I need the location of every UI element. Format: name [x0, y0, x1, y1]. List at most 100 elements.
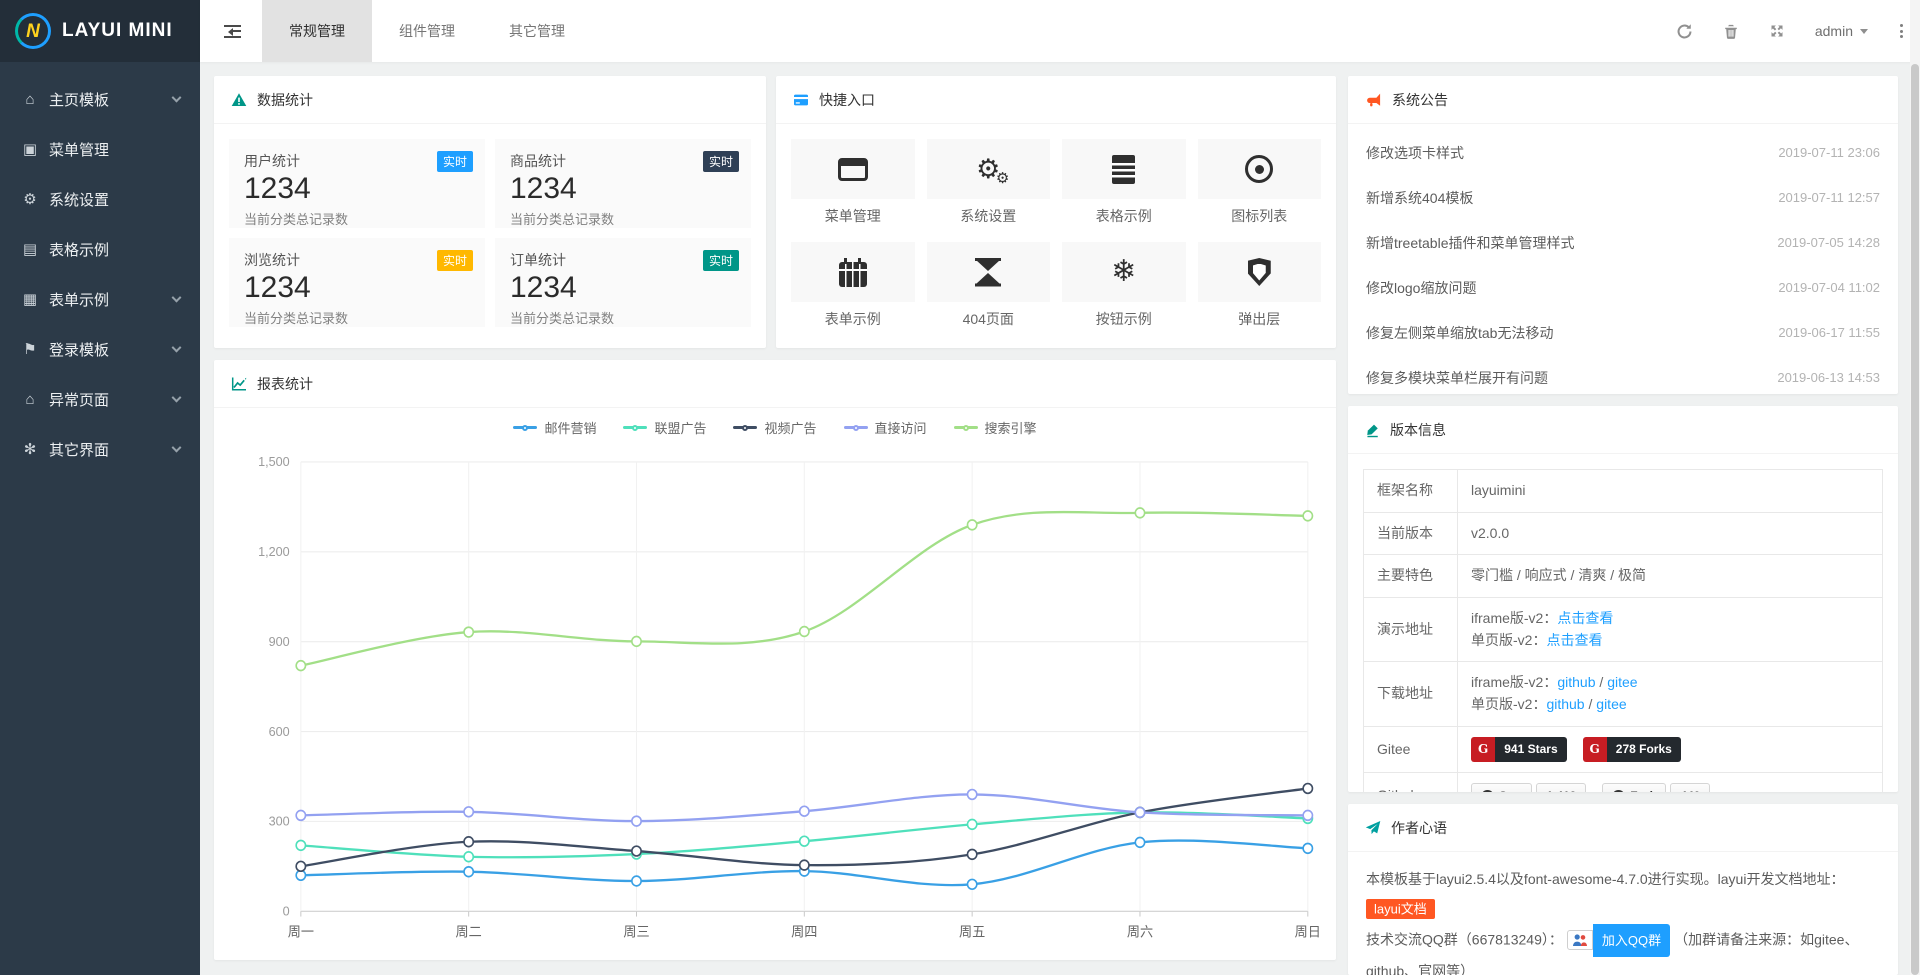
gears-icon: ⚙: [976, 156, 1000, 183]
demo-spa-link[interactable]: 点击查看: [1546, 632, 1602, 648]
quick-tile-menu-management[interactable]: 菜单管理: [791, 139, 915, 226]
gitee-stars-badge[interactable]: G941 Stars: [1471, 737, 1567, 763]
panel-system-notice: 系统公告 修改选项卡样式 2019-07-11 23:06 新增系统404模板 …: [1348, 76, 1898, 394]
brand-logo-letter: N: [26, 22, 40, 41]
refresh-button[interactable]: [1676, 23, 1693, 40]
shield-icon: [1248, 258, 1271, 286]
user-menu[interactable]: admin: [1815, 23, 1868, 39]
github-fork-count[interactable]: 440: [1670, 783, 1710, 792]
github-star-button[interactable]: Star: [1471, 783, 1532, 792]
more-menu-button[interactable]: [1898, 22, 1905, 40]
legend-item[interactable]: 视频广告: [733, 418, 816, 437]
quick-tile-popup-layer[interactable]: 弹出层: [1198, 242, 1322, 329]
svg-text:0: 0: [283, 903, 290, 918]
tab-other-management[interactable]: 其它管理: [482, 0, 592, 62]
github-fork-button[interactable]: Fork: [1602, 783, 1666, 792]
legend-marker-icon: [513, 426, 537, 429]
stat-card-users: 用户统计 实时 1234 当前分类总记录数: [229, 139, 485, 228]
scrollbar-thumb[interactable]: [1911, 64, 1919, 975]
chevron-down-icon: [172, 93, 182, 103]
table-icon: ▤: [18, 240, 42, 258]
quick-tile-form-examples[interactable]: 表单示例: [791, 242, 915, 329]
quick-tile-system-settings[interactable]: ⚙ 系统设置: [927, 139, 1051, 226]
report-chart-svg: 03006009001,2001,500周一周二周三周四周五周六周日: [224, 445, 1326, 960]
sidebar-item-other-pages[interactable]: ✻ 其它界面: [0, 424, 200, 474]
author-text: 本模板基于layui2.5.4以及font-awesome-4.7.0进行实现。…: [1348, 852, 1898, 975]
window-icon: [838, 158, 868, 181]
notice-item: 修复多模块菜单栏展开有问题 2019-06-13 14:53: [1366, 355, 1880, 394]
card-icon: [793, 92, 809, 108]
main-area: 常规管理 组件管理 其它管理 admin: [200, 0, 1920, 975]
hourglass-icon: [975, 258, 1001, 286]
window-icon: ▣: [18, 140, 42, 158]
content-right-column: 系统公告 修改选项卡样式 2019-07-11 23:06 新增系统404模板 …: [1348, 76, 1898, 975]
legend-item[interactable]: 直接访问: [844, 418, 927, 437]
svg-text:周一: 周一: [288, 924, 314, 939]
stat-card-goods: 商品统计 实时 1234 当前分类总记录数: [495, 139, 751, 228]
sidebar-item-error-pages[interactable]: ⌂ 异常页面: [0, 374, 200, 424]
demo-iframe-link[interactable]: 点击查看: [1557, 610, 1613, 626]
stat-desc: 当前分类总记录数: [510, 308, 736, 327]
tab-general-management[interactable]: 常规管理: [262, 0, 372, 62]
legend-item[interactable]: 联盟广告: [623, 418, 706, 437]
sidebar-item-system-settings[interactable]: ⚙ 系统设置: [0, 174, 200, 224]
legend-item[interactable]: 邮件营销: [513, 418, 596, 437]
panel-header: 数据统计: [214, 76, 766, 124]
sidebar-item-label: 菜单管理: [49, 139, 109, 160]
refresh-icon: [1676, 23, 1693, 40]
sidebar-item-home-templates[interactable]: ⌂ 主页模板: [0, 74, 200, 124]
quick-tile-button-examples[interactable]: ❄ 按钮示例: [1062, 242, 1186, 329]
sidebar-item-label: 异常页面: [49, 389, 109, 410]
panel-title: 版本信息: [1390, 420, 1446, 440]
fullscreen-button[interactable]: [1769, 23, 1785, 39]
logo[interactable]: N LAYUI MINI: [0, 0, 200, 62]
download-github-link[interactable]: github: [1546, 696, 1584, 712]
svg-text:周四: 周四: [791, 924, 817, 939]
clear-cache-button[interactable]: [1723, 23, 1739, 40]
github-octocat-icon: [1612, 790, 1625, 792]
panel-header: 系统公告: [1348, 76, 1898, 124]
gitee-forks-badge[interactable]: G278 Forks: [1583, 737, 1681, 763]
sidebar: N LAYUI MINI ⌂ 主页模板 ▣ 菜单管理 ⚙ 系统设置 ▤ 表格示例…: [0, 0, 200, 975]
notice-item: 新增treetable插件和菜单管理样式 2019-07-05 14:28: [1366, 220, 1880, 265]
snowflake-icon: ❄: [1111, 257, 1136, 287]
stat-cards: 用户统计 实时 1234 当前分类总记录数 商品统计 实时 1234 当前分类总…: [229, 139, 751, 327]
file-text-icon: [1112, 155, 1135, 184]
panel-title: 报表统计: [257, 374, 313, 394]
download-gitee-link[interactable]: gitee: [1607, 674, 1637, 690]
tab-component-management[interactable]: 组件管理: [372, 0, 482, 62]
page-scrollbar[interactable]: [1910, 0, 1920, 975]
sidebar-collapse-button[interactable]: [210, 0, 254, 62]
svg-text:1,200: 1,200: [258, 544, 290, 559]
gitee-badges-cell: G941 Stars G278 Forks: [1458, 726, 1883, 773]
quick-tile-table-examples[interactable]: 表格示例: [1062, 139, 1186, 226]
stat-desc: 当前分类总记录数: [244, 209, 470, 228]
line-chart-icon: [231, 376, 247, 392]
quick-tile-404-page[interactable]: 404页面: [927, 242, 1051, 329]
sidebar-item-login-templates[interactable]: ⚑ 登录模板: [0, 324, 200, 374]
chart-legend: 邮件营销 联盟广告 视频广告 直接访问 搜索引擎: [214, 408, 1336, 441]
github-octocat-icon: [1481, 790, 1494, 792]
stat-value: 1234: [510, 271, 736, 306]
github-star-count[interactable]: 1,419: [1536, 783, 1586, 792]
header-actions: admin: [1676, 22, 1905, 40]
panel-report-statistics: 报表统计 邮件营销 联盟广告 视频广告 直接访问 搜索引擎 0300600900…: [214, 360, 1336, 960]
user-name: admin: [1815, 23, 1853, 39]
notice-item: 修改选项卡样式 2019-07-11 23:06: [1366, 130, 1880, 175]
version-row-label: 框架名称: [1364, 470, 1458, 513]
sidebar-item-menu-management[interactable]: ▣ 菜单管理: [0, 124, 200, 174]
legend-item[interactable]: 搜索引擎: [954, 418, 1037, 437]
version-row-value: v2.0.0: [1458, 512, 1883, 555]
svg-text:周五: 周五: [959, 924, 985, 939]
quick-tile-icon-list[interactable]: 图标列表: [1198, 139, 1322, 226]
sidebar-item-form-examples[interactable]: ▦ 表单示例: [0, 274, 200, 324]
sidebar-item-table-examples[interactable]: ▤ 表格示例: [0, 224, 200, 274]
layui-doc-badge[interactable]: layui文档: [1366, 899, 1435, 919]
download-gitee-link[interactable]: gitee: [1596, 696, 1626, 712]
panel-header: 报表统计: [214, 360, 1336, 408]
notice-item: 新增系统404模板 2019-07-11 12:57: [1366, 175, 1880, 220]
home-icon: ⌂: [18, 91, 42, 108]
download-github-link[interactable]: github: [1557, 674, 1595, 690]
panel-header: 快捷入口: [776, 76, 1336, 124]
join-qq-group-button[interactable]: 加入QQ群: [1567, 924, 1670, 957]
